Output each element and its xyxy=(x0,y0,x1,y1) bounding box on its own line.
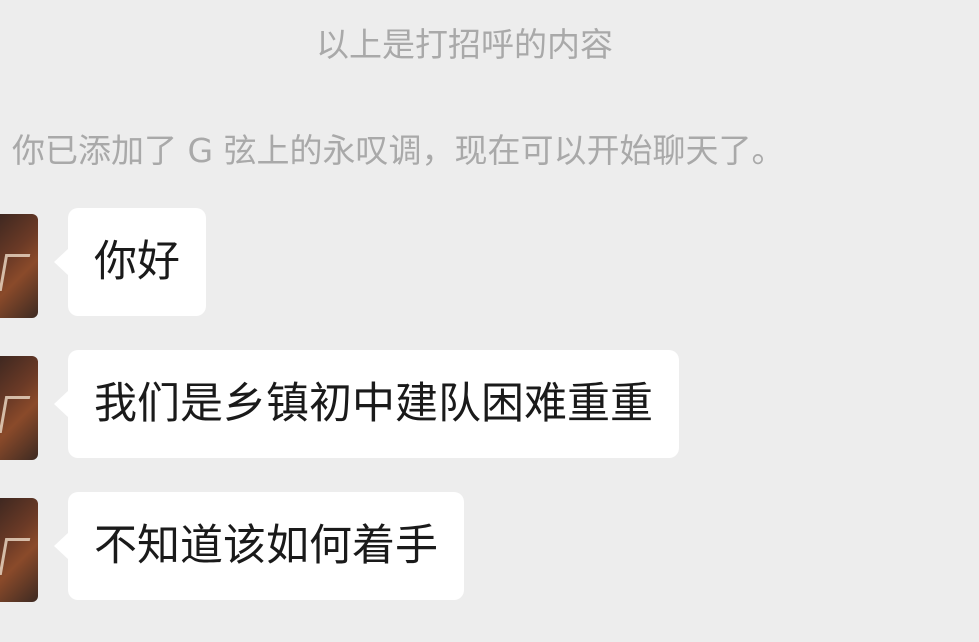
contact-avatar[interactable] xyxy=(0,214,38,318)
message-bubble[interactable]: 不知道该如何着手 xyxy=(54,492,464,600)
contact-added-notice: 你已添加了 G 弦上的永叹调，现在可以开始聊天了。 xyxy=(12,131,785,170)
contact-avatar[interactable] xyxy=(0,356,38,460)
message-bubble[interactable]: 你好 xyxy=(54,208,206,316)
message-bubble[interactable]: 我们是乡镇初中建队困难重重 xyxy=(54,350,679,458)
greeting-notice: 以上是打招呼的内容 xyxy=(316,25,613,64)
contact-avatar[interactable] xyxy=(0,498,38,602)
